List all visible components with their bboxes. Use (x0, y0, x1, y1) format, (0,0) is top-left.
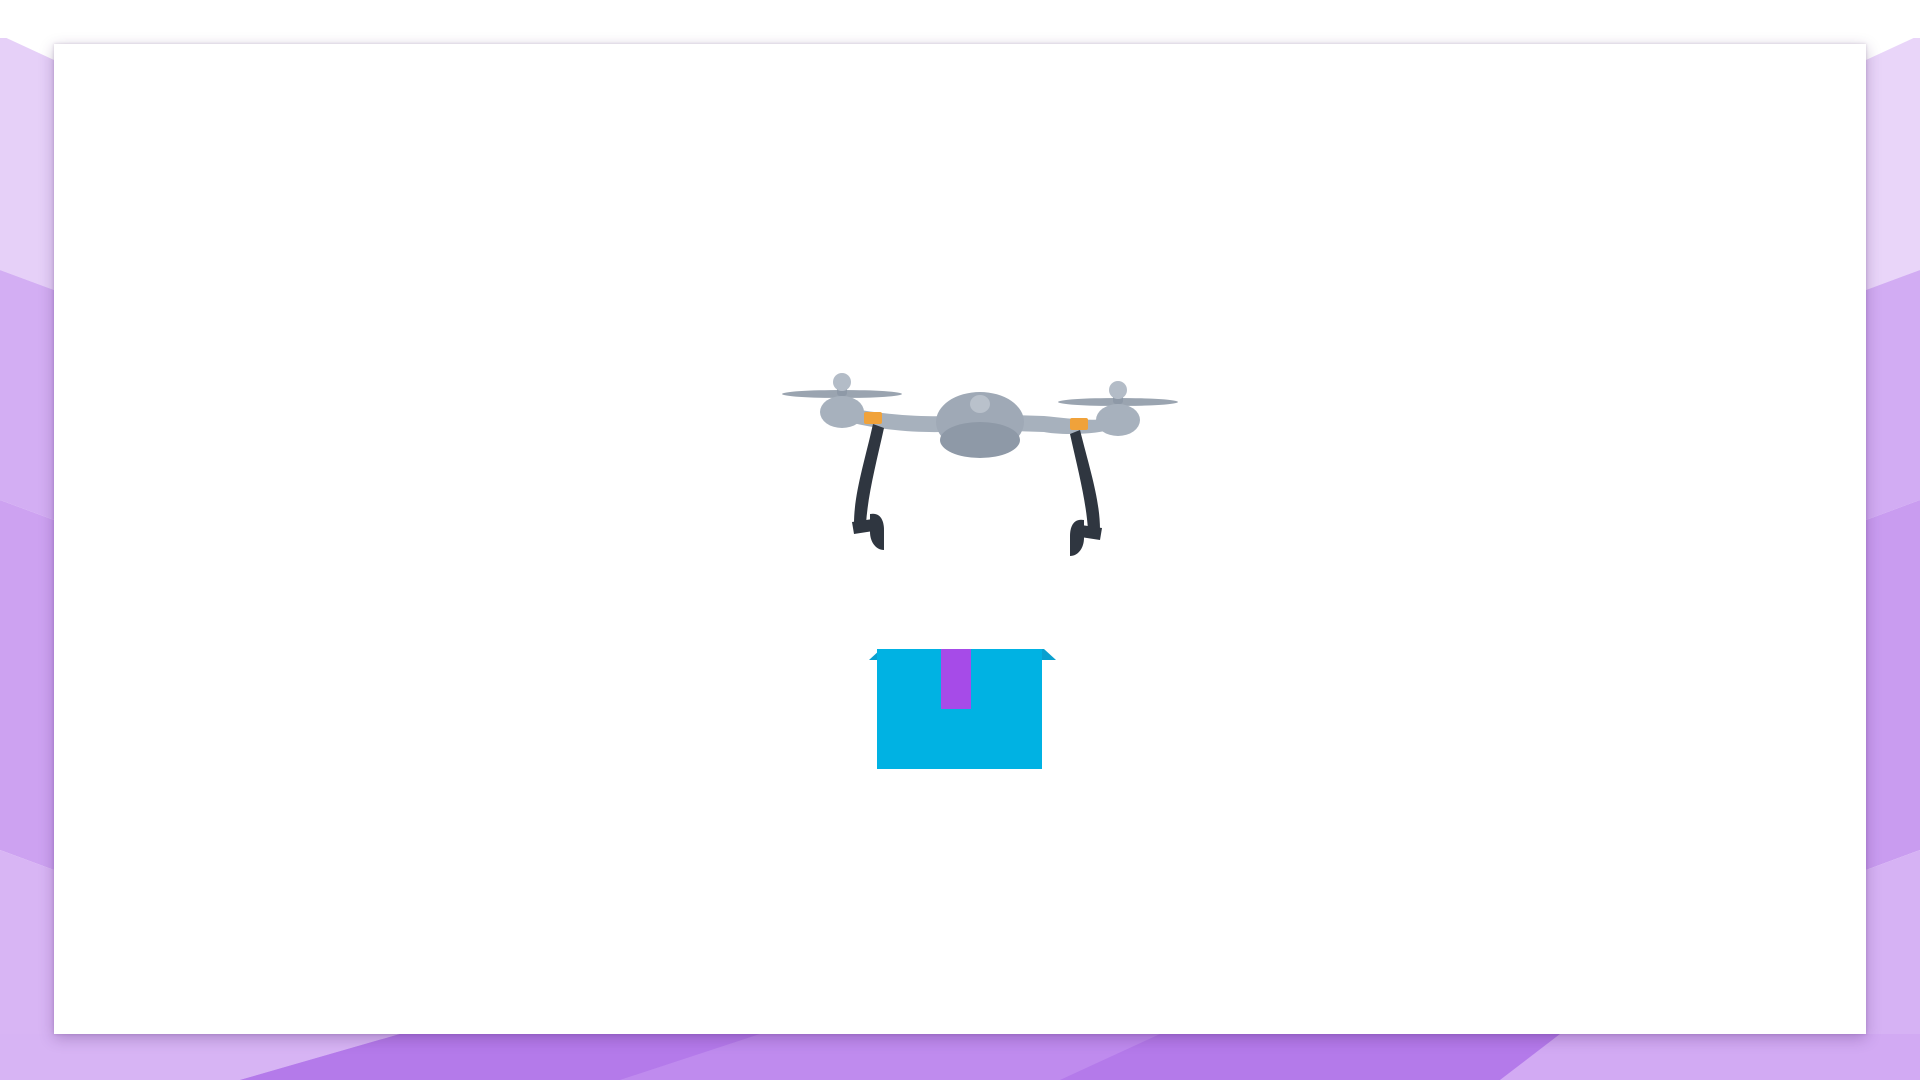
drone-delivery-illustration (782, 373, 1178, 769)
drone-icon (782, 373, 1178, 556)
slide-canvas (54, 44, 1866, 1034)
package-box-icon (869, 649, 1056, 769)
presentation-stage (0, 0, 1920, 1080)
